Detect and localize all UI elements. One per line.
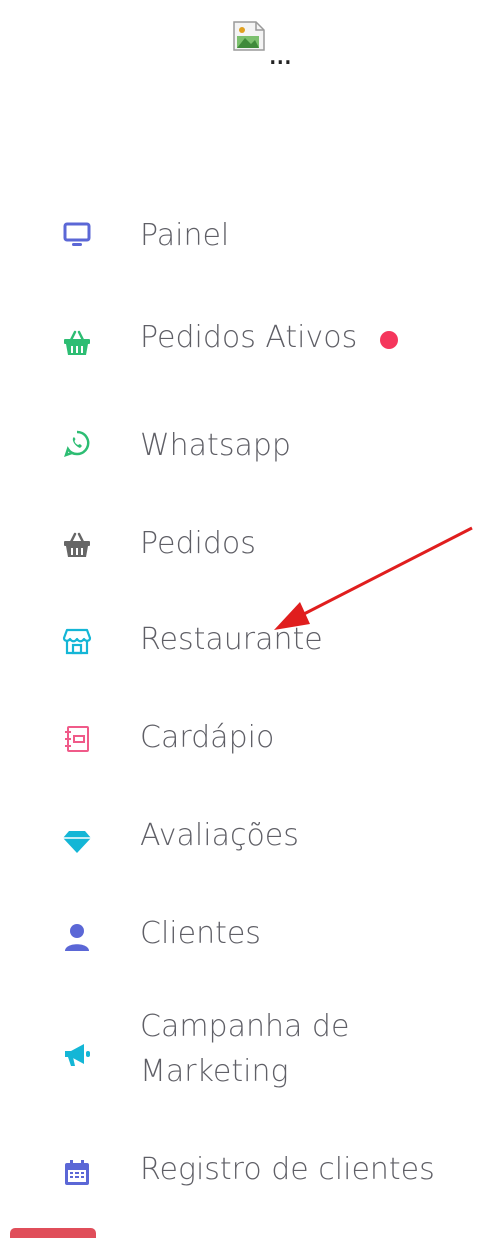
sidebar-item-registro-clientes[interactable]: Registro de clientes — [0, 1146, 478, 1196]
sidebar-item-cardapio[interactable]: Cardápio — [0, 714, 478, 764]
sidebar-item-avaliacoes[interactable]: Avaliações — [0, 812, 478, 862]
diamond-icon — [58, 822, 96, 860]
sidebar-item-label: Campanha de Marketing — [140, 1004, 349, 1094]
notification-dot — [380, 331, 398, 349]
logo-ellipsis: ... — [268, 37, 293, 72]
bottom-action-bar[interactable] — [10, 1228, 96, 1238]
user-icon — [58, 918, 96, 956]
sidebar-item-painel[interactable]: Painel — [0, 210, 478, 260]
calendar-icon — [58, 1154, 96, 1192]
monitor-icon — [58, 216, 96, 254]
sidebar-item-label: Registro de clientes — [140, 1152, 435, 1187]
sidebar-item-label: Clientes — [140, 916, 261, 951]
sidebar-item-label: Pedidos — [140, 526, 256, 561]
sidebar-item-label-line1: Campanha de — [140, 1009, 350, 1044]
sidebar-item-label: Avaliações — [140, 818, 299, 853]
sidebar-item-campanha-marketing[interactable]: Campanha de Marketing — [0, 1004, 478, 1100]
sidebar-item-label: Restaurante — [140, 622, 323, 657]
sidebar-item-label: Cardápio — [140, 720, 275, 755]
menu-book-icon — [58, 720, 96, 758]
sidebar-item-clientes[interactable]: Clientes — [0, 910, 478, 960]
sidebar-item-restaurante[interactable]: Restaurante — [0, 616, 478, 666]
broken-image-icon — [233, 21, 265, 51]
basket-icon — [58, 526, 96, 564]
whatsapp-icon — [58, 424, 96, 462]
sidebar-item-label: Pedidos Ativos — [140, 320, 358, 355]
basket-icon — [58, 324, 96, 362]
sidebar-item-label: Painel — [140, 218, 230, 253]
store-icon — [58, 622, 96, 660]
megaphone-icon — [58, 1036, 96, 1074]
sidebar-item-pedidos-ativos[interactable]: Pedidos Ativos — [0, 312, 478, 362]
sidebar-item-whatsapp[interactable]: Whatsapp — [0, 420, 478, 470]
logo[interactable]: ... — [232, 20, 302, 70]
sidebar-item-label-line2: Marketing — [140, 1054, 289, 1089]
sidebar-item-label: Whatsapp — [140, 428, 291, 463]
sidebar-item-pedidos[interactable]: Pedidos — [0, 520, 478, 570]
